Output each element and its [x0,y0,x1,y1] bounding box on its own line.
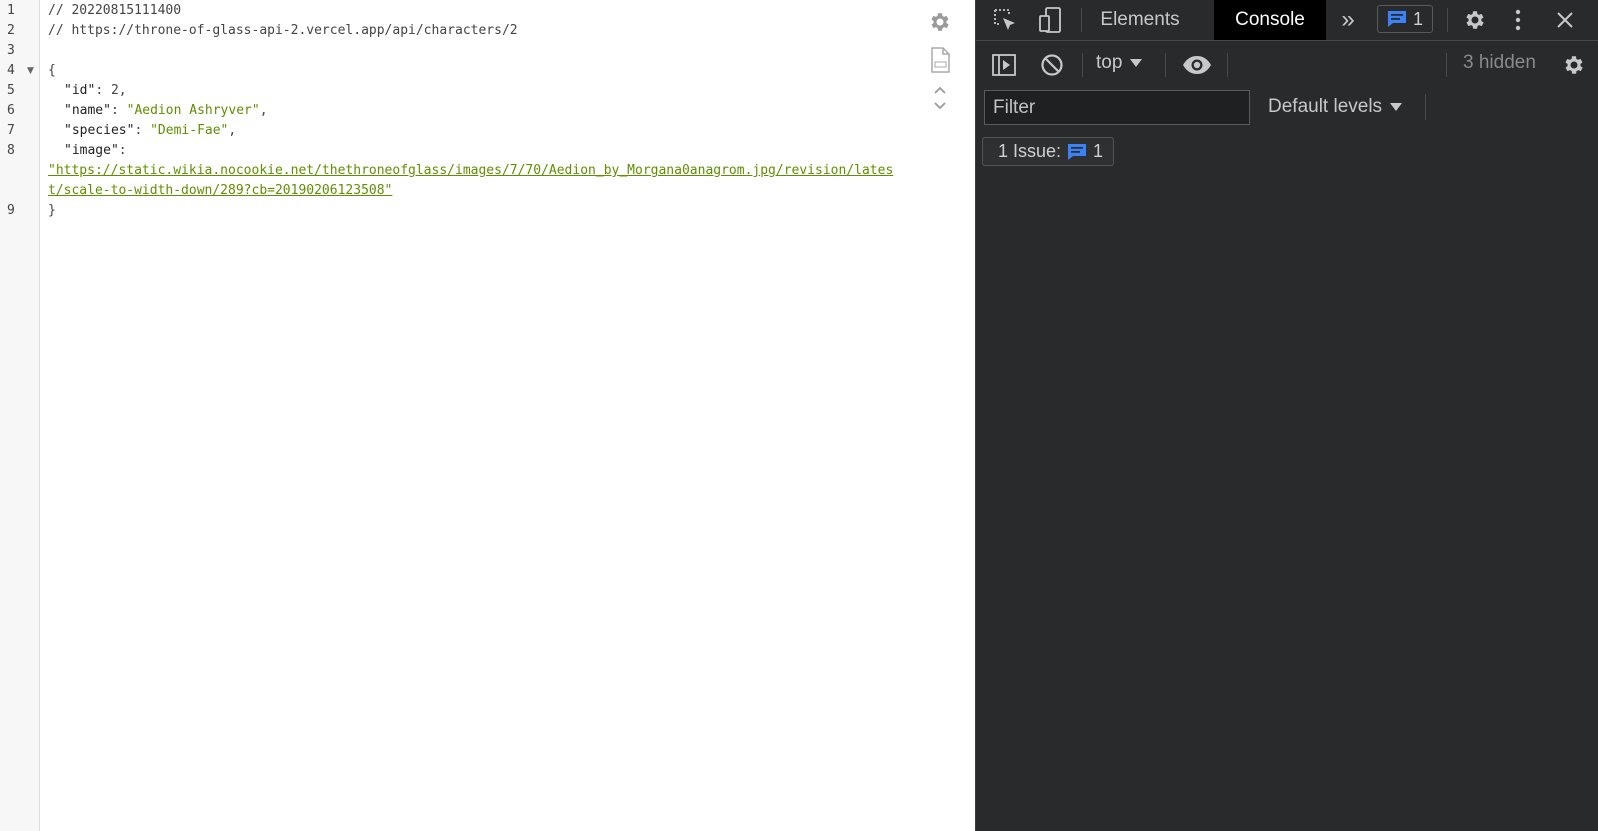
field-name: "name": "Aedion Ashryver", [64,103,268,118]
json-key: "name" [64,103,111,118]
issues-label: 1 Issue: [998,141,1062,161]
issues-badge-button[interactable]: 1 [1377,5,1434,33]
field-id: "id": 2, [64,83,127,98]
divider [1081,8,1082,32]
image-link[interactable]: "https://static.wikia.nocookie.net/theth… [48,163,893,178]
comment-timestamp: // 20220815111400 [48,3,182,18]
collapse-expand-icon[interactable] [925,83,955,113]
more-tabs-icon[interactable]: » [1333,0,1363,40]
open-brace: { [48,63,56,78]
hidden-count: 3 hidden [1463,52,1536,73]
device-toolbar-icon[interactable] [1035,0,1065,40]
image-link[interactable]: t/scale-to-width-down/289?cb=20190206123… [48,183,392,198]
fold-toggle-icon[interactable]: ▼ [27,61,34,81]
line-number-gutter: 1 2 3 4 ▼ 5 6 7 8 9 [0,0,40,831]
filter-input[interactable] [984,90,1250,125]
clear-console-icon[interactable] [1038,41,1066,88]
context-selector-label: top [1096,52,1123,73]
line-number: 9 [7,203,15,218]
line-number: 3 [7,43,15,58]
message-icon [1388,11,1406,27]
log-levels-label: Default levels [1268,96,1383,117]
line-number: 7 [7,123,15,138]
caret-down-icon [1390,103,1403,111]
show-sidebar-icon[interactable] [990,41,1018,88]
gear-icon[interactable] [925,7,955,37]
comment-url: // https://throne-of-glass-api-2.vercel.… [48,23,518,38]
divider [1227,53,1228,77]
message-icon [1068,143,1087,160]
devtools-panel: Elements Console » 1 top 3 hidden Filter… [975,0,1598,831]
json-code: // 20220815111400 // https://throne-of-g… [48,0,893,218]
field-image: "image": [64,143,127,158]
json-key: "species" [64,123,135,138]
console-settings-gear-icon[interactable] [1560,41,1588,88]
field-species: "species": "Demi-Fae", [64,123,237,138]
divider [1082,53,1083,77]
console-output[interactable] [976,176,1598,831]
context-selector[interactable]: top [1096,52,1143,74]
line-number: 5 [7,83,15,98]
issues-count: 1 [1093,141,1104,161]
line-number: 4 [7,63,15,78]
image-link-line1[interactable]: "https://static.wikia.nocookie.net/theth… [48,161,893,181]
divider [1165,53,1166,77]
log-levels-selector[interactable]: Default levels [1268,96,1403,118]
caret-down-icon [1130,59,1143,67]
json-key: "image" [64,143,119,158]
divider [1425,94,1426,120]
line-number: 2 [7,23,15,38]
issues-badge-count: 1 [1413,8,1424,29]
tab-elements[interactable]: Elements [1086,0,1194,40]
line-number: 1 [7,3,15,18]
json-string: "Demi-Fae" [150,123,229,138]
issues-button[interactable]: 1 Issue: 1 [982,137,1115,166]
more-options-icon[interactable] [1506,0,1530,40]
inspect-element-icon[interactable] [990,0,1020,40]
line-number: 8 [7,143,15,158]
console-toolbar: top 3 hidden [976,41,1598,88]
tab-console[interactable]: Console [1214,0,1326,40]
close-icon[interactable] [1550,0,1580,40]
line-number: 6 [7,103,15,118]
json-viewer: 1 2 3 4 ▼ 5 6 7 8 9 // 20220815111400 //… [0,0,975,831]
json-string: "Aedion Ashryver" [126,103,260,118]
json-number: 2 [110,83,119,98]
image-link-line2[interactable]: t/scale-to-width-down/289?cb=20190206123… [48,181,392,201]
close-brace: } [48,203,56,218]
filter-row: Default levels [976,88,1598,130]
raw-file-icon[interactable] [925,45,955,75]
json-key: "id" [64,83,96,98]
divider [1446,53,1447,77]
eye-icon[interactable] [1181,41,1213,88]
divider [1447,8,1448,32]
devtools-tabbar: Elements Console » 1 [976,0,1598,41]
settings-gear-icon[interactable] [1460,0,1490,40]
